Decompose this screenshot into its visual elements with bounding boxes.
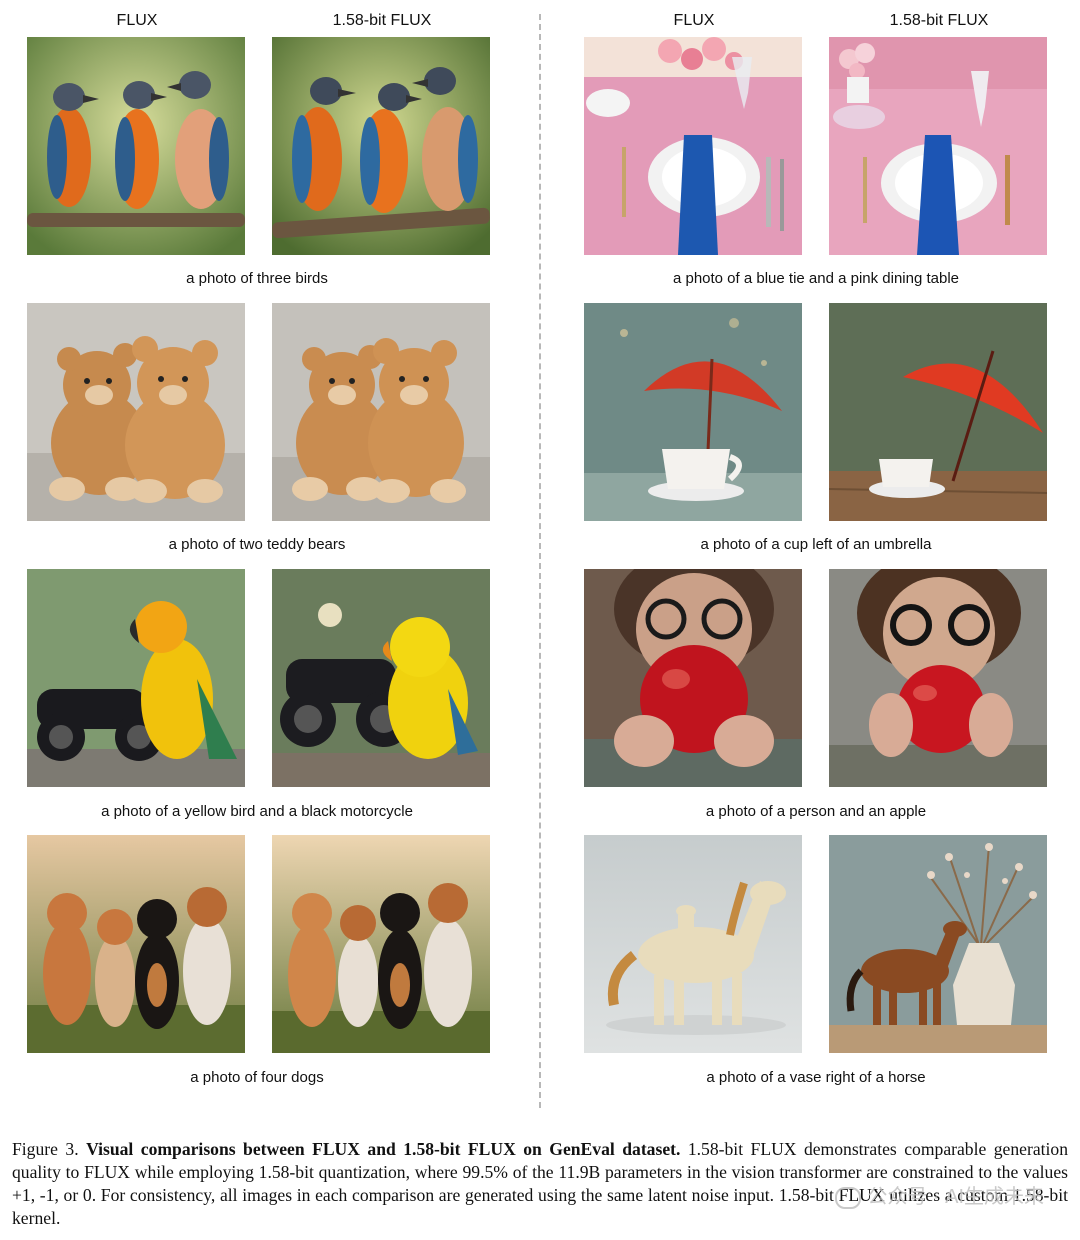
- image-apple-158bit: [829, 569, 1047, 787]
- image-parrot-flux: [27, 569, 245, 787]
- caption-birds: a photo of three birds: [186, 270, 328, 287]
- image-tie-flux: [584, 37, 802, 255]
- image-cup-158bit: [829, 303, 1047, 521]
- caption-tie: a photo of a blue tie and a pink dining …: [672, 270, 960, 287]
- column-header-158bit-right: 1.58-bit FLUX: [889, 12, 989, 29]
- caption-bears: a photo of two teddy bears: [168, 536, 346, 553]
- column-divider: [539, 14, 541, 1108]
- image-dogs-158bit: [272, 835, 490, 1053]
- image-horse-flux: [584, 835, 802, 1053]
- watermark: 公众号 · AI生成未来: [835, 1180, 1044, 1209]
- image-birds-flux: [27, 37, 245, 255]
- image-parrot-158bit: [272, 569, 490, 787]
- image-cup-flux: [584, 303, 802, 521]
- image-bears-158bit: [272, 303, 490, 521]
- caption-parrot: a photo of a yellow bird and a black mot…: [101, 803, 413, 820]
- image-tie-158bit: [829, 37, 1047, 255]
- figure-label: Figure 3.: [12, 1139, 79, 1159]
- image-bears-flux: [27, 303, 245, 521]
- column-header-158bit-left: 1.58-bit FLUX: [332, 12, 432, 29]
- image-birds-158bit: [272, 37, 490, 255]
- wechat-icon: [835, 1186, 862, 1209]
- column-header-flux-left: FLUX: [116, 12, 158, 29]
- watermark-text: 公众号 · AI生成未来: [867, 1186, 1044, 1208]
- image-dogs-flux: [27, 835, 245, 1053]
- caption-horse: a photo of a vase right of a horse: [706, 1069, 926, 1086]
- caption-apple: a photo of a person and an apple: [705, 803, 927, 820]
- caption-cup: a photo of a cup left of an umbrella: [700, 536, 932, 553]
- caption-dogs: a photo of four dogs: [190, 1069, 324, 1086]
- image-apple-flux: [584, 569, 802, 787]
- column-header-flux-right: FLUX: [673, 12, 715, 29]
- image-horse-158bit: [829, 835, 1047, 1053]
- figure-title: Visual comparisons between FLUX and 1.58…: [86, 1139, 681, 1159]
